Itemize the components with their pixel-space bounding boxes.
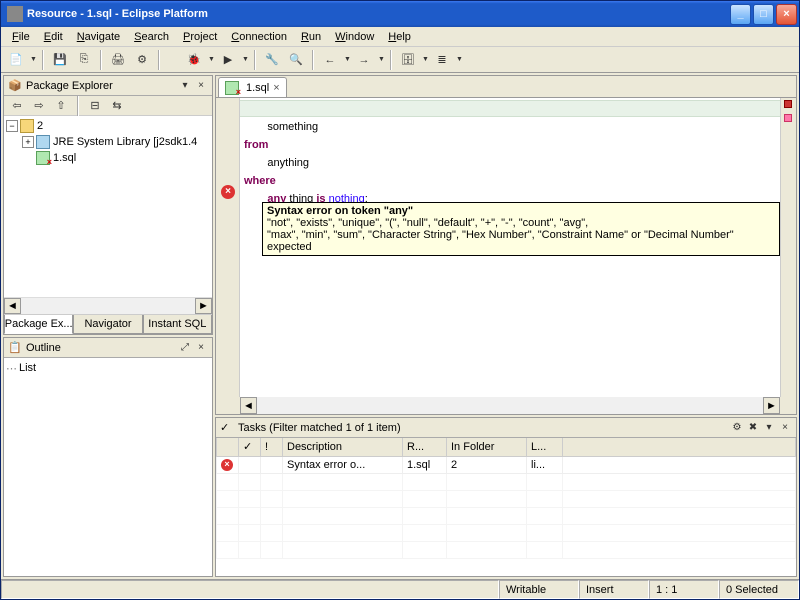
- col-description[interactable]: Description: [283, 438, 403, 456]
- link-editor-icon[interactable]: ⇆: [108, 97, 126, 115]
- error-tooltip: Syntax error on token "any" "not", "exis…: [262, 202, 780, 256]
- col-resource[interactable]: R...: [403, 438, 447, 456]
- package-explorer-icon: 📦: [8, 79, 22, 93]
- col-location[interactable]: L...: [527, 438, 563, 456]
- tasks-title: Tasks (Filter matched 1 of 1 item): [238, 422, 728, 434]
- outline-view: 📋 Outline ⤢ × ⋯List: [3, 337, 213, 577]
- status-insert: Insert: [579, 580, 649, 599]
- new-button[interactable]: 📄: [5, 49, 27, 71]
- debug-button[interactable]: 🐞: [183, 49, 205, 71]
- col-icon[interactable]: [217, 438, 239, 456]
- titlebar: Resource - 1.sql - Eclipse Platform _ □ …: [1, 1, 799, 27]
- window-title: Resource - 1.sql - Eclipse Platform: [27, 8, 730, 20]
- tasks-close-button[interactable]: ×: [778, 421, 792, 435]
- package-explorer-title: Package Explorer: [26, 80, 176, 92]
- view-close-button[interactable]: ×: [194, 79, 208, 93]
- tab-instant-sql[interactable]: Instant SQL: [143, 315, 212, 334]
- back-icon[interactable]: ⇦: [8, 97, 26, 115]
- print-button[interactable]: 🖨: [107, 49, 129, 71]
- ext-tools-button[interactable]: 🔧: [261, 49, 283, 71]
- run-button[interactable]: ▶: [217, 49, 239, 71]
- save-all-button[interactable]: ⎘: [73, 49, 95, 71]
- status-position: 1 : 1: [649, 580, 719, 599]
- menu-connection[interactable]: Connection: [224, 29, 294, 45]
- forward-icon[interactable]: ⇨: [30, 97, 48, 115]
- error-marker-icon[interactable]: ×: [221, 185, 235, 199]
- outline-item[interactable]: ⋯List: [6, 360, 210, 376]
- overview-error-mark[interactable]: [784, 114, 792, 122]
- nav-back-button[interactable]: ←: [319, 49, 341, 71]
- app-icon: [7, 6, 23, 22]
- menu-project[interactable]: Project: [176, 29, 224, 45]
- menu-help[interactable]: Help: [381, 29, 418, 45]
- outline-close-button[interactable]: ×: [194, 341, 208, 355]
- col-priority[interactable]: !: [261, 438, 283, 456]
- tree-library[interactable]: +JRE System Library [j2sdk1.4: [6, 134, 210, 150]
- tree-file-sql[interactable]: 1.sql: [6, 150, 210, 166]
- status-writable: Writable: [499, 580, 579, 599]
- search-button[interactable]: 🔍: [285, 49, 307, 71]
- editor-gutter: ×: [216, 98, 240, 397]
- tree-project[interactable]: −2: [6, 118, 210, 134]
- menu-edit[interactable]: Edit: [37, 29, 70, 45]
- pkg-hscroll[interactable]: ◄►: [4, 297, 212, 314]
- col-done[interactable]: ✓: [239, 438, 261, 456]
- menu-search[interactable]: Search: [127, 29, 176, 45]
- editor-text-area[interactable]: select something from anything where any…: [240, 98, 780, 397]
- up-icon[interactable]: ⇧: [52, 97, 70, 115]
- status-selected: 0 Selected: [719, 580, 799, 599]
- menu-file[interactable]: File: [5, 29, 37, 45]
- task-row[interactable]: × Syntax error o... 1.sql 2 li...: [217, 456, 796, 473]
- tasks-view: ✓ Tasks (Filter matched 1 of 1 item) ⚙ ✖…: [215, 417, 797, 577]
- editor-hscroll[interactable]: ◄►: [216, 397, 796, 414]
- editor-tab-close[interactable]: ×: [273, 82, 279, 94]
- main-toolbar: 📄▼ 💾 ⎘ 🖨 ⚙ 🐞▼ ▶▼ 🔧 🔍 ←▼ →▼ 🗄▼ ≣▼: [1, 47, 799, 73]
- view-menu-button[interactable]: ▾: [178, 79, 192, 93]
- sql-button[interactable]: ≣: [431, 49, 453, 71]
- menu-navigate[interactable]: Navigate: [70, 29, 127, 45]
- outline-sort-button[interactable]: ⤢: [178, 341, 192, 355]
- package-explorer-view: 📦 Package Explorer ▾ × ⇦ ⇨ ⇧ ⊟ ⇆ −2: [3, 75, 213, 335]
- overview-error-summary[interactable]: [784, 100, 792, 108]
- tab-navigator[interactable]: Navigator: [73, 315, 142, 334]
- sql-file-icon: [225, 81, 239, 95]
- error-icon: ×: [221, 459, 233, 471]
- close-button[interactable]: ×: [776, 4, 797, 25]
- editor-tab[interactable]: 1.sql ×: [218, 77, 287, 97]
- menu-run[interactable]: Run: [294, 29, 328, 45]
- minimize-button[interactable]: _: [730, 4, 751, 25]
- col-folder[interactable]: In Folder: [447, 438, 527, 456]
- statusbar: Writable Insert 1 : 1 0 Selected: [1, 579, 799, 599]
- tab-package-explorer[interactable]: Package Ex...: [4, 315, 73, 334]
- tasks-menu-button[interactable]: ▾: [762, 421, 776, 435]
- build-button[interactable]: ⚙: [131, 49, 153, 71]
- tasks-remove-button[interactable]: ✖: [746, 421, 760, 435]
- tasks-filter-button[interactable]: ⚙: [730, 421, 744, 435]
- db-button[interactable]: 🗄: [397, 49, 419, 71]
- collapse-icon[interactable]: ⊟: [86, 97, 104, 115]
- save-button[interactable]: 💾: [49, 49, 71, 71]
- editor-view: 1.sql × × select something from anything…: [215, 75, 797, 415]
- outline-icon: 📋: [8, 341, 22, 355]
- nav-fwd-button[interactable]: →: [353, 49, 375, 71]
- tasks-table: ✓ ! Description R... In Folder L... ×: [216, 438, 796, 559]
- overview-ruler[interactable]: [780, 98, 796, 397]
- tasks-icon: ✓: [220, 421, 234, 435]
- outline-title: Outline: [26, 342, 176, 354]
- menu-window[interactable]: Window: [328, 29, 381, 45]
- menubar: FileEditNavigateSearchProjectConnectionR…: [1, 27, 799, 47]
- maximize-button[interactable]: □: [753, 4, 774, 25]
